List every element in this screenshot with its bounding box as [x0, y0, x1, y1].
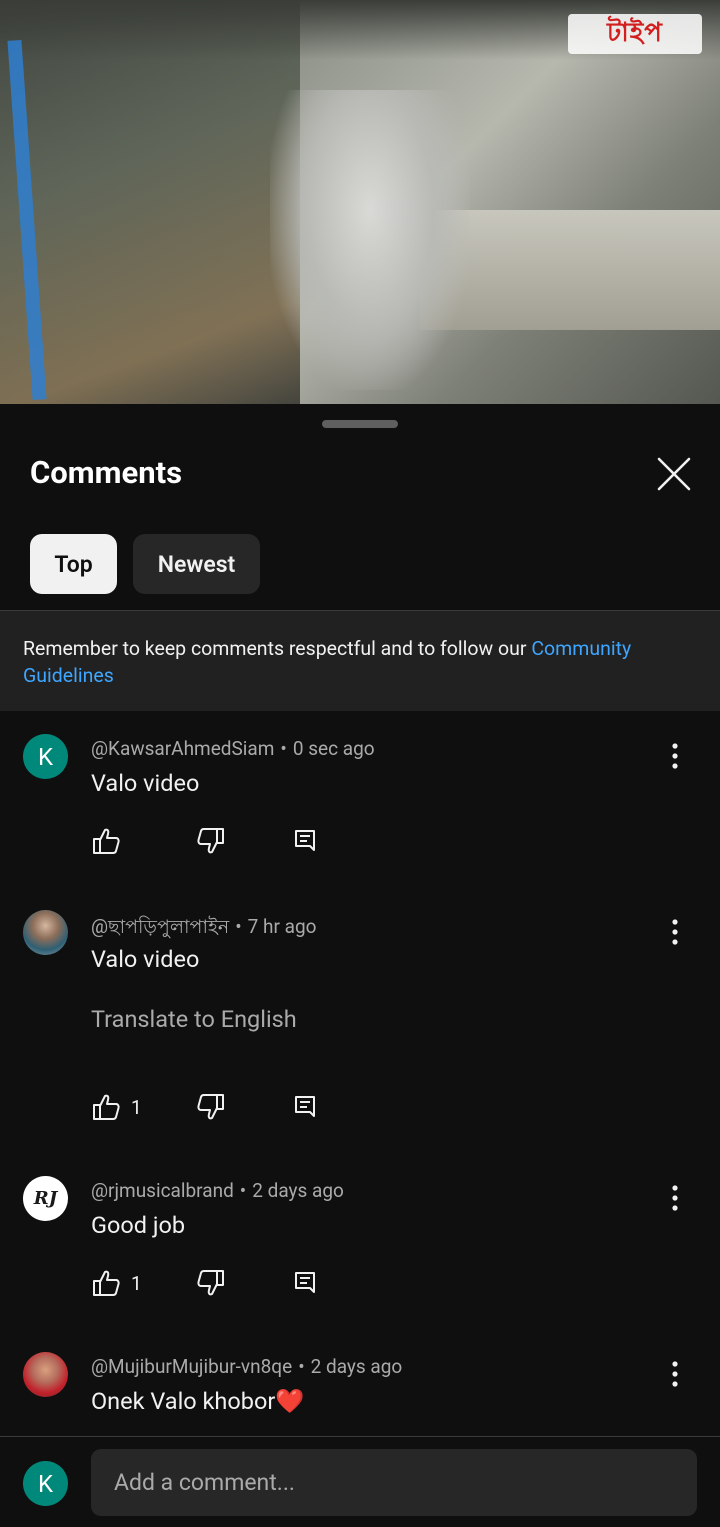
comment-meta: @MujiburMujibur-vn8qe • 2 days ago [91, 1355, 403, 1378]
comment-text: Valo video [91, 945, 200, 973]
like-count: 1 [131, 1271, 142, 1295]
like-button[interactable] [91, 826, 131, 856]
thumbs-up-icon [93, 1094, 120, 1120]
thumbs-down-icon [197, 1094, 224, 1120]
reply-icon [295, 830, 315, 851]
video-frame-center [270, 90, 470, 390]
sort-tab-newest[interactable]: Newest [133, 534, 260, 594]
comment-time: 7 hr ago [247, 915, 317, 938]
thumbs-up-icon [93, 1270, 120, 1296]
dislike-button[interactable] [196, 1092, 226, 1122]
thumbs-down-icon [197, 828, 224, 854]
like-button[interactable]: 1 [91, 1268, 142, 1298]
avatar[interactable] [23, 910, 68, 955]
like-count: 1 [131, 1095, 142, 1119]
comment-meta: @KawsarAhmedSiam • 0 sec ago [91, 737, 375, 760]
comment-text: Good job [91, 1211, 186, 1239]
comment-composer: K Add a comment... [0, 1436, 720, 1527]
reply-icon [295, 1272, 315, 1293]
reply-icon [295, 1096, 315, 1117]
more-options-icon[interactable] [664, 1183, 686, 1213]
comment-time: 0 sec ago [292, 737, 375, 760]
sort-tab-top[interactable]: Top [30, 534, 117, 594]
comment-text: Onek Valo khobor❤️ [91, 1387, 305, 1415]
comment-text: Valo video [91, 769, 200, 797]
dislike-button[interactable] [196, 826, 226, 856]
translate-link[interactable]: Translate to English [91, 1005, 297, 1033]
user-avatar: K [23, 1461, 68, 1506]
reply-button[interactable] [293, 826, 317, 856]
comment-author[interactable]: @KawsarAhmedSiam [91, 737, 274, 760]
thumbs-down-icon [197, 1270, 224, 1296]
more-options-icon[interactable] [664, 1359, 686, 1389]
comment-author[interactable]: @rjmusicalbrand [91, 1179, 234, 1202]
like-button[interactable]: 1 [91, 1092, 142, 1122]
community-notice: Remember to keep comments respectful and… [0, 610, 720, 711]
dislike-button[interactable] [196, 1268, 226, 1298]
panel-title: Comments [30, 454, 183, 491]
avatar[interactable] [23, 1352, 68, 1397]
more-options-icon[interactable] [664, 917, 686, 947]
channel-watermark-logo: টাইপ [568, 14, 702, 54]
notice-text: Remember to keep comments respectful and… [23, 637, 532, 660]
comment-author[interactable]: @MujiburMujibur-vn8qe [91, 1355, 292, 1378]
comment-time: 2 days ago [310, 1355, 403, 1378]
comment-time: 2 days ago [252, 1179, 344, 1202]
comment-meta: @ছাপড়িপুলাপাইন • 7 hr ago [91, 915, 317, 938]
close-icon[interactable] [652, 452, 696, 496]
reply-button[interactable] [293, 1092, 317, 1122]
comment-meta: @rjmusicalbrand • 2 days ago [91, 1179, 344, 1202]
video-frame-left [0, 0, 300, 404]
more-options-icon[interactable] [664, 741, 686, 771]
add-comment-input[interactable]: Add a comment... [91, 1449, 697, 1516]
comment-author[interactable]: @ছাপড়িপুলাপাইন [91, 915, 229, 938]
video-player[interactable]: টাইপ [0, 0, 720, 404]
drag-handle[interactable] [322, 420, 398, 428]
avatar[interactable]: RJ [23, 1176, 68, 1221]
thumbs-up-icon [93, 828, 120, 854]
avatar[interactable]: K [23, 734, 68, 779]
reply-button[interactable] [293, 1268, 317, 1298]
